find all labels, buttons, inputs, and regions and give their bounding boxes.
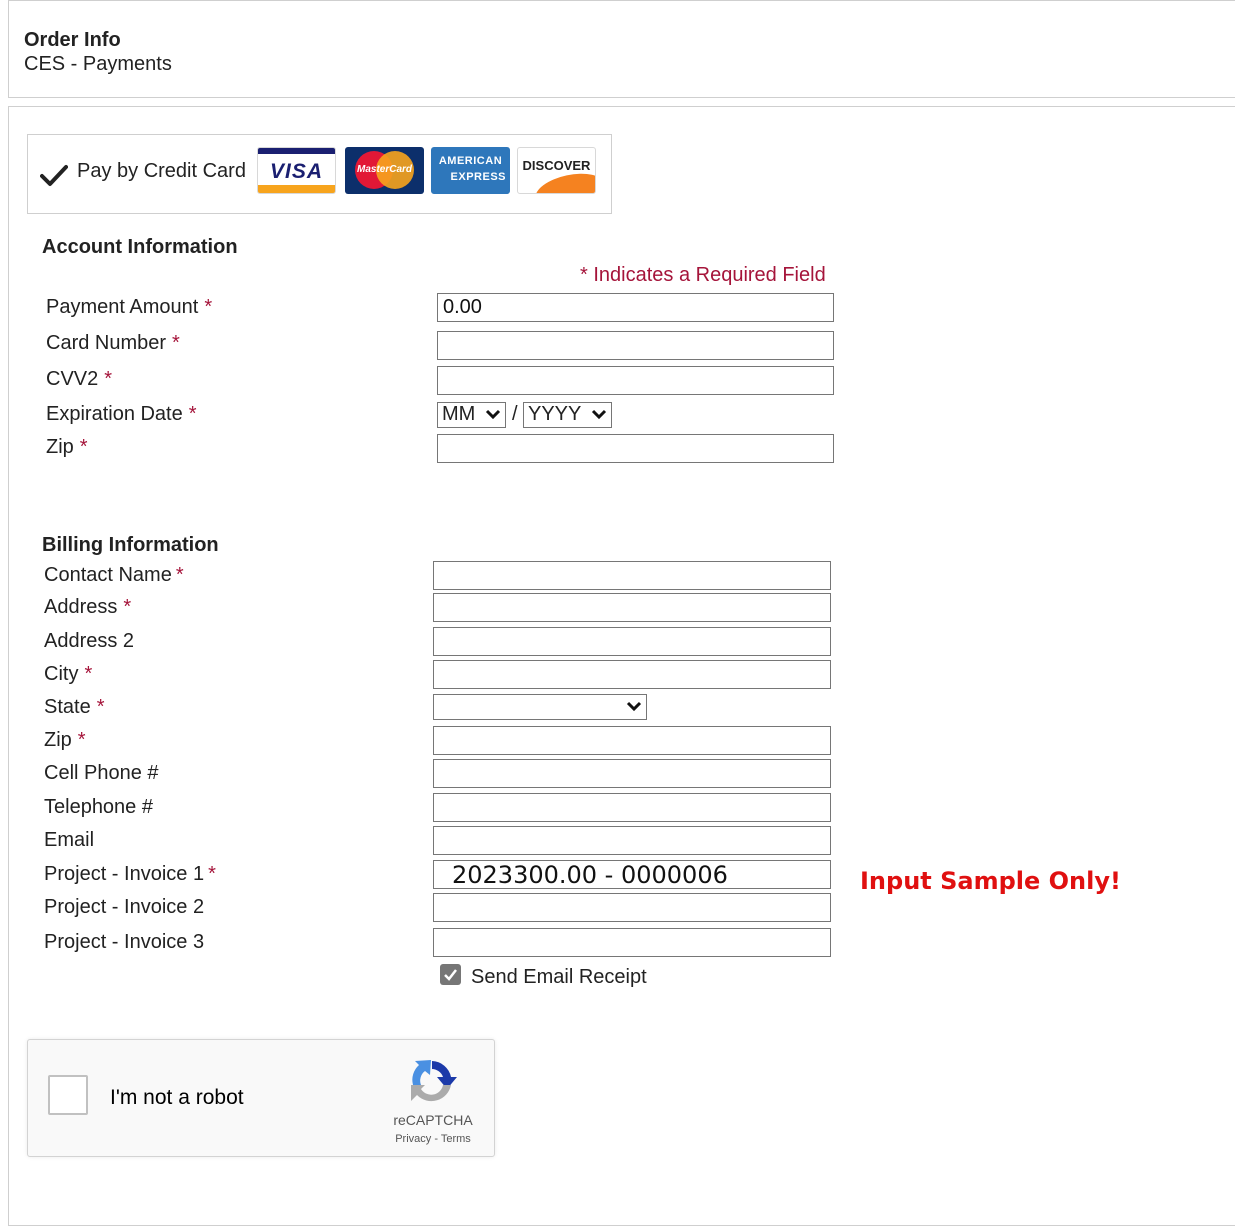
required-marker: * — [104, 368, 113, 390]
address2-input[interactable] — [433, 627, 831, 656]
recaptcha-privacy-terms-links[interactable]: Privacy - Terms — [388, 1133, 478, 1145]
checkmark-icon — [444, 969, 457, 981]
recaptcha-checkbox[interactable] — [48, 1075, 88, 1115]
required-marker: * — [79, 436, 88, 458]
card-number-label: Card Number * — [46, 332, 180, 354]
required-field-note: * Indicates a Required Field — [580, 264, 826, 286]
project-invoice-2-label: Project - Invoice 2 — [44, 896, 205, 918]
discover-card-logo: DISCOVER — [517, 147, 596, 194]
expiration-separator: / — [512, 403, 518, 425]
required-marker: * — [84, 663, 93, 685]
american-express-logo: AMERICAN EXPRESS — [431, 147, 510, 194]
email-label: Email — [44, 829, 95, 851]
project-invoice-3-input[interactable] — [433, 928, 831, 957]
project-invoice-3-label: Project - Invoice 3 — [44, 931, 205, 953]
visa-logo-text: VISA — [269, 160, 323, 183]
required-marker: * — [208, 863, 216, 885]
visa-card-logo: VISA — [257, 147, 336, 194]
state-select[interactable] — [433, 694, 647, 720]
city-input[interactable] — [433, 660, 831, 689]
required-marker: * — [204, 296, 213, 318]
expiration-year-value: YYYY — [528, 403, 582, 425]
page-title: Order Info — [24, 29, 121, 51]
recaptcha-logo-icon — [411, 1060, 457, 1102]
recaptcha-label: I'm not a robot — [110, 1086, 244, 1109]
required-marker: * — [96, 696, 105, 718]
card-number-input[interactable] — [437, 331, 834, 360]
page-subtitle: CES - Payments — [24, 53, 172, 75]
project-invoice-2-input[interactable] — [433, 893, 831, 922]
city-label: City * — [44, 663, 93, 685]
amex-logo-text-line1: AMERICAN — [438, 155, 503, 167]
address2-label: Address 2 — [44, 630, 135, 652]
send-email-receipt-checkbox[interactable] — [440, 964, 461, 985]
address-label: Address * — [44, 596, 132, 618]
cvv2-input[interactable] — [437, 366, 834, 395]
required-marker: * — [123, 596, 132, 618]
payment-amount-input[interactable]: 0.00 — [437, 293, 834, 322]
checkmark-icon — [40, 165, 68, 186]
chevron-down-icon — [485, 409, 501, 420]
cell-phone-input[interactable] — [433, 759, 831, 788]
telephone-label: Telephone # — [44, 796, 153, 818]
required-marker: * — [188, 403, 197, 425]
state-label: State * — [44, 696, 105, 718]
project-invoice-1-label: Project - Invoice 1 * — [44, 863, 216, 885]
amex-logo-text-line2: EXPRESS — [450, 171, 506, 183]
account-information-heading: Account Information — [42, 236, 238, 258]
discover-logo-text: DISCOVER — [522, 158, 591, 173]
account-zip-label: Zip * — [46, 436, 88, 458]
required-marker: * — [172, 332, 180, 354]
expiration-year-select[interactable]: YYYY — [523, 402, 612, 428]
required-marker: * — [175, 564, 184, 586]
chevron-down-icon — [626, 701, 642, 712]
billing-information-heading: Billing Information — [42, 534, 219, 556]
billing-zip-label: Zip * — [44, 729, 86, 751]
contact-name-label: Contact Name * — [44, 564, 184, 586]
mastercard-logo: MasterCard — [345, 147, 424, 194]
address-input[interactable] — [433, 593, 831, 622]
billing-zip-input[interactable] — [433, 726, 831, 755]
contact-name-input[interactable] — [433, 561, 831, 590]
expiration-date-label: Expiration Date * — [46, 403, 197, 425]
send-email-receipt-label: Send Email Receipt — [471, 966, 647, 988]
email-input[interactable] — [433, 826, 831, 855]
payment-amount-label: Payment Amount * — [46, 296, 213, 318]
required-marker: * — [77, 729, 86, 751]
mastercard-logo-text: MasterCard — [356, 164, 413, 175]
telephone-input[interactable] — [433, 793, 831, 822]
expiration-month-value: MM — [442, 403, 476, 425]
input-sample-note: Input Sample Only! — [860, 867, 1121, 895]
recaptcha-brand-text: reCAPTCHA — [393, 1112, 473, 1128]
account-zip-input[interactable] — [437, 434, 834, 463]
pay-by-credit-card-label: Pay by Credit Card — [77, 160, 246, 182]
expiration-month-select[interactable]: MM — [437, 402, 506, 428]
chevron-down-icon — [591, 409, 607, 420]
cell-phone-label: Cell Phone # — [44, 762, 159, 784]
order-info-header — [8, 0, 1235, 98]
project-invoice-1-input[interactable]: 2023300.00 - 0000006 — [433, 860, 831, 889]
cvv2-label: CVV2 * — [46, 368, 113, 390]
